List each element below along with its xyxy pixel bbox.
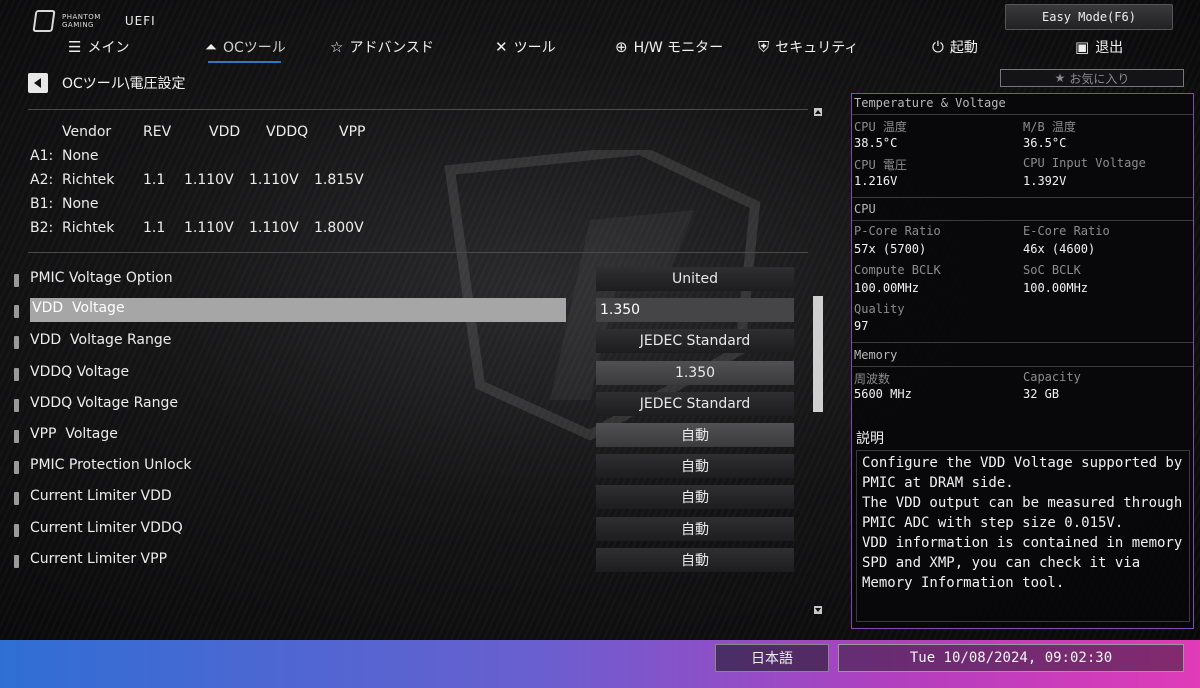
memory-capacity-value: 32 GB bbox=[1023, 387, 1060, 401]
pmic-protection-unlock-select[interactable]: 自動 bbox=[596, 454, 794, 479]
description-text: Configure the VDD Voltage supported by P… bbox=[856, 450, 1190, 622]
cpu-input-voltage-value: 1.392V bbox=[1023, 174, 1067, 188]
vpp-voltage-input[interactable]: 自動 bbox=[596, 422, 794, 447]
setting-vddq-voltage[interactable]: VDDQ Voltage 1.350 bbox=[10, 360, 810, 391]
setting-vpp-voltage[interactable]: VPP Voltage 自動 bbox=[10, 422, 810, 453]
power-icon: ⏻ bbox=[932, 38, 944, 56]
pcore-ratio-value: 57x (5700) bbox=[854, 242, 927, 256]
setting-current-limiter-vdd[interactable]: Current Limiter VDD 自動 bbox=[10, 484, 810, 515]
bullet-icon bbox=[14, 274, 19, 287]
brand: PHANTOM GAMING UEFI bbox=[32, 10, 156, 32]
cpu-voltage-value: 1.216V bbox=[854, 174, 898, 188]
soc-bclk-value: 100.00MHz bbox=[1023, 281, 1089, 295]
tab-boot[interactable]: ⏻ 起動 bbox=[932, 34, 978, 60]
bullet-icon bbox=[14, 492, 19, 506]
setting-current-limiter-vpp[interactable]: Current Limiter VPP 自動 bbox=[10, 547, 810, 578]
tab-main[interactable]: ☰ メイン bbox=[68, 34, 129, 60]
brand-text: PHANTOM GAMING bbox=[62, 13, 101, 29]
star-icon: ☆ bbox=[330, 38, 344, 56]
bullet-icon bbox=[14, 367, 19, 381]
scroll-thumb[interactable] bbox=[813, 296, 823, 412]
memory-frequency-value: 5600 MHz bbox=[854, 387, 912, 401]
temp-voltage-title: Temperature & Voltage bbox=[854, 96, 1006, 110]
back-button[interactable] bbox=[28, 73, 48, 93]
current-limiter-vpp-select[interactable]: 自動 bbox=[596, 547, 794, 572]
memory-title: Memory bbox=[854, 348, 898, 362]
tools-icon: ✕ bbox=[495, 38, 508, 56]
vddq-voltage-range-select[interactable]: JEDEC Standard bbox=[596, 391, 794, 416]
tab-hw-monitor[interactable]: ⊕ H/W モニター bbox=[615, 34, 723, 60]
ecore-ratio-value: 46x (4600) bbox=[1023, 242, 1096, 256]
divider bbox=[852, 197, 1193, 198]
compute-bclk-value: 100.00MHz bbox=[854, 281, 920, 295]
mb-temp-value: 36.5°C bbox=[1023, 136, 1067, 150]
setting-vddq-voltage-range[interactable]: VDDQ Voltage Range JEDEC Standard bbox=[10, 391, 810, 422]
bullet-icon bbox=[14, 461, 19, 475]
favorites-button[interactable]: ★ お気に入り bbox=[1000, 69, 1184, 87]
current-limiter-vdd-select[interactable]: 自動 bbox=[596, 485, 794, 510]
list-icon: ☰ bbox=[68, 38, 82, 56]
language-button[interactable]: 日本語 bbox=[715, 644, 829, 672]
active-tab-indicator bbox=[208, 61, 281, 63]
description-title: 説明 bbox=[856, 431, 884, 447]
scrollbar[interactable] bbox=[813, 108, 823, 614]
pmic-voltage-option-select[interactable]: United bbox=[596, 267, 794, 291]
datetime-display: Tue 10/08/2024, 09:02:30 bbox=[838, 644, 1184, 672]
tab-security[interactable]: ⛨ セキュリティ bbox=[758, 34, 858, 60]
bullet-icon bbox=[14, 554, 19, 568]
divider bbox=[852, 220, 1193, 221]
breadcrumb-path: OCツール\電圧設定 bbox=[62, 76, 186, 92]
setting-pmic-protection-unlock[interactable]: PMIC Protection Unlock 自動 bbox=[10, 453, 810, 484]
scroll-down-icon[interactable] bbox=[814, 606, 822, 614]
tab-exit[interactable]: ▣ 退出 bbox=[1075, 34, 1123, 60]
cpu-temp-value: 38.5°C bbox=[854, 136, 898, 150]
exit-icon: ▣ bbox=[1075, 38, 1090, 56]
main-nav: ☰ メイン ⏶ OCツール ☆ アドバンスド ✕ ツール ⊕ H/W モニター … bbox=[60, 34, 1200, 62]
divider bbox=[852, 342, 1193, 343]
divider bbox=[852, 114, 1193, 115]
rocket-icon: ⏶ bbox=[205, 38, 218, 56]
bullet-icon bbox=[14, 336, 19, 350]
status-bar: 日本語 Tue 10/08/2024, 09:02:30 bbox=[0, 640, 1200, 688]
star-icon: ★ bbox=[1054, 71, 1066, 85]
bullet-icon bbox=[14, 429, 19, 443]
current-limiter-vddq-select[interactable]: 自動 bbox=[596, 516, 794, 541]
vdd-voltage-input[interactable]: 1.350 bbox=[596, 298, 794, 323]
setting-vdd-voltage[interactable]: VDD Voltage 1.350 bbox=[10, 297, 810, 328]
quality-value: 97 bbox=[854, 319, 869, 333]
cpu-title: CPU bbox=[854, 202, 876, 216]
bullet-icon bbox=[14, 398, 19, 412]
selected-row-highlight: VDD Voltage bbox=[30, 298, 566, 323]
divider-top bbox=[28, 109, 808, 110]
breadcrumb: OCツール\電圧設定 bbox=[28, 73, 186, 93]
tab-oc-tweaker[interactable]: ⏶ OCツール bbox=[205, 34, 286, 60]
target-icon: ⊕ bbox=[615, 38, 628, 56]
bullet-icon bbox=[14, 523, 19, 537]
setting-pmic-voltage-option[interactable]: PMIC Voltage Option United bbox=[10, 266, 810, 297]
tab-advanced[interactable]: ☆ アドバンスド bbox=[330, 34, 434, 60]
bullet-icon bbox=[14, 305, 19, 319]
shield-icon: ⛨ bbox=[758, 38, 770, 56]
easy-mode-button[interactable]: Easy Mode(F6) bbox=[1005, 4, 1173, 30]
vddq-voltage-input[interactable]: 1.350 bbox=[596, 360, 794, 385]
scroll-up-icon[interactable] bbox=[814, 108, 822, 116]
divider bbox=[852, 366, 1193, 367]
tab-tools[interactable]: ✕ ツール bbox=[495, 34, 556, 60]
phantom-gaming-logo-icon bbox=[32, 10, 56, 32]
voltage-settings-list: PMIC Voltage Option United VDD Voltage 1… bbox=[10, 266, 810, 578]
system-info-panel: Temperature & Voltage CPU 温度 M/B 温度 38.5… bbox=[851, 93, 1194, 629]
setting-vdd-voltage-range[interactable]: VDD Voltage Range JEDEC Standard bbox=[10, 328, 810, 359]
vdd-voltage-range-select[interactable]: JEDEC Standard bbox=[596, 329, 794, 354]
uefi-label: UEFI bbox=[124, 14, 156, 28]
divider-middle bbox=[28, 252, 808, 253]
setting-current-limiter-vddq[interactable]: Current Limiter VDDQ 自動 bbox=[10, 516, 810, 547]
